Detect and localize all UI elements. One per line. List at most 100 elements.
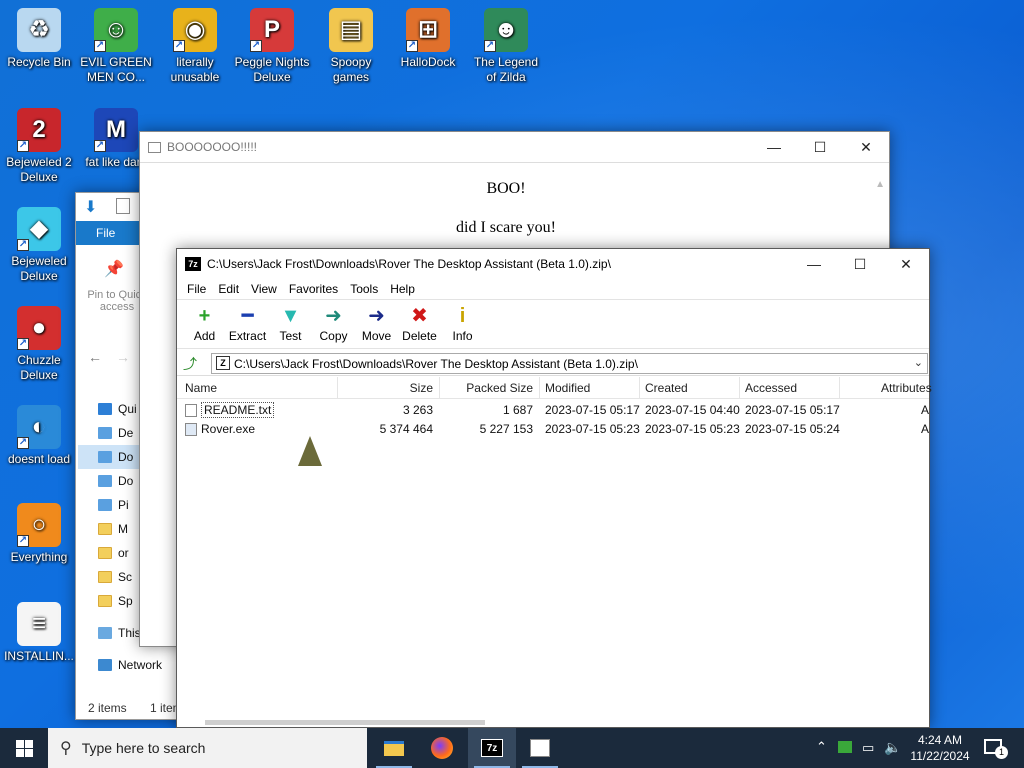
computer-icon: [98, 627, 112, 639]
start-button[interactable]: [0, 728, 48, 768]
up-folder-icon[interactable]: ⤴: [183, 354, 197, 374]
system-clock[interactable]: 4:24 AM 11/22/2024: [904, 732, 976, 764]
shortcut-arrow-icon: ↗: [17, 239, 29, 251]
column-header[interactable]: Size: [410, 381, 433, 395]
column-header[interactable]: Name: [185, 381, 217, 395]
desktop-icon[interactable]: ▤ Spoopy games: [313, 8, 389, 85]
menu-tools[interactable]: Tools: [344, 282, 384, 296]
column-divider[interactable]: [739, 377, 740, 399]
desktop-icon[interactable]: 2 ↗ Bejeweled 2 Deluxe: [1, 108, 77, 185]
column-headers: Name Size Packed Size Modified Created Access…: [177, 377, 932, 399]
menu-help[interactable]: Help: [384, 282, 421, 296]
address-bar: ⤴ Z C:\Users\Jack Frost\Downloads\Rover …: [177, 350, 929, 376]
column-header[interactable]: Packed Size: [466, 381, 533, 395]
clock-date: 11/22/2024: [910, 749, 970, 763]
file-row[interactable]: README.txt 3 263 1 687 2023-07-15 05:17 2023…: [177, 401, 929, 420]
close-button[interactable]: ✕: [883, 249, 929, 279]
boo-titlebar[interactable]: BOOOOOOO!!!!! — ☐ ✕: [140, 132, 889, 162]
desktop-icon[interactable]: ☻ ↗ The Legend of Zilda: [468, 8, 544, 85]
file-packed: 5 227 153: [479, 422, 533, 436]
desktop-icon[interactable]: ◐ ↗ doesnt load: [1, 405, 77, 467]
column-header[interactable]: Modified: [545, 381, 590, 395]
column-divider[interactable]: [337, 377, 338, 399]
delete-button[interactable]: ✖ Delete: [398, 303, 441, 348]
scroll-up-icon[interactable]: ▲: [875, 179, 885, 190]
add-button[interactable]: + Add: [183, 303, 226, 348]
chevron-up-icon[interactable]: ⌃: [816, 739, 827, 755]
desktop-icon[interactable]: ● ↗ Chuzzle Deluxe: [1, 306, 77, 383]
sevenzip-window[interactable]: 7z C:\Users\Jack Frost\Downloads\Rover T…: [176, 248, 932, 728]
file-attr: A: [920, 403, 929, 417]
desktop-icon-label: Recycle Bin: [7, 55, 71, 69]
taskbar-file-explorer[interactable]: [370, 728, 418, 768]
shield-icon: ⊞ ↗: [406, 8, 450, 52]
desktop-icon[interactable]: ⊞ ↗ HalloDock: [390, 8, 466, 70]
network-icon[interactable]: ▭: [862, 740, 874, 756]
menu-file[interactable]: File: [181, 282, 212, 296]
taskbar-firefox[interactable]: [418, 728, 466, 768]
taskbar-search-box[interactable]: ⚲ Type here to search: [48, 728, 367, 768]
boo-subtext: did I scare you!: [456, 219, 556, 236]
taskbar-boo-app[interactable]: [516, 728, 564, 768]
desktop-icon[interactable]: ○ ↗ Everything: [1, 503, 77, 565]
clock-time: 4:24 AM: [917, 733, 963, 747]
column-divider[interactable]: [639, 377, 640, 399]
column-divider[interactable]: [539, 377, 540, 399]
pin-icon[interactable]: 📌: [104, 259, 124, 279]
minimize-button[interactable]: —: [751, 132, 797, 162]
extract-button[interactable]: ━ Extract: [226, 303, 269, 348]
desktop-icon[interactable]: ♻ Recycle Bin: [1, 8, 77, 70]
file-created: 2023-07-15 04:40: [645, 403, 740, 417]
nav-icon: [98, 475, 112, 487]
notification-icon[interactable]: 1: [984, 739, 1008, 759]
move-button[interactable]: ➜ Move: [355, 303, 398, 348]
info-button[interactable]: i Info: [441, 303, 484, 348]
desktop-icon[interactable]: ≡ INSTALLIN...: [1, 602, 77, 664]
volume-icon[interactable]: 🔈: [884, 739, 901, 756]
column-divider[interactable]: [839, 377, 840, 399]
copy-icon: ➜: [325, 305, 342, 327]
column-header[interactable]: Accessed: [745, 381, 797, 395]
maximize-button[interactable]: ☐: [837, 249, 883, 279]
back-arrow-icon[interactable]: ←: [88, 349, 102, 365]
desktop-icon[interactable]: ☺ ↗ EVIL GREEN MEN CO...: [78, 8, 154, 85]
horizontal-scrollbar[interactable]: [205, 720, 485, 725]
chevron-down-icon[interactable]: ⌄: [914, 356, 923, 369]
desktop-icon-label: EVIL GREEN MEN CO...: [80, 55, 152, 84]
menu-edit[interactable]: Edit: [212, 282, 245, 296]
windows-logo-icon: [15, 739, 33, 757]
test-icon: ▼: [280, 305, 301, 327]
column-header[interactable]: Attributes: [881, 381, 932, 395]
file-row[interactable]: Rover.exe 5 374 464 5 227 153 2023-07-15 05…: [177, 420, 929, 439]
forward-arrow-icon[interactable]: →: [116, 349, 130, 365]
desktop-icon[interactable]: ◆ ↗ Bejeweled Deluxe: [1, 207, 77, 284]
ribbon-file-tab[interactable]: File: [76, 221, 139, 245]
test-button[interactable]: ▼ Test: [269, 303, 312, 348]
desktop-icon-label: HalloDock: [400, 55, 456, 69]
file-created: 2023-07-15 05:23: [645, 422, 740, 436]
desktop-icon-label: Everything: [10, 550, 68, 564]
close-button[interactable]: ✕: [843, 132, 889, 162]
column-divider[interactable]: [439, 377, 440, 399]
menu-favorites[interactable]: Favorites: [283, 282, 344, 296]
menu-view[interactable]: View: [245, 282, 283, 296]
down-arrow-icon[interactable]: ⬇: [84, 197, 97, 217]
taskbar-7zip[interactable]: 7z: [468, 728, 516, 768]
file-size: 5 374 464: [379, 422, 433, 436]
desktop-icon[interactable]: ◉ ↗ literally unusable: [157, 8, 233, 85]
desktop-icon[interactable]: P ↗ Peggle Nights Deluxe: [234, 8, 310, 85]
address-input[interactable]: Z C:\Users\Jack Frost\Downloads\Rover Th…: [211, 353, 928, 374]
maximize-button[interactable]: ☐: [797, 132, 843, 162]
tray-app-icon[interactable]: [838, 741, 852, 753]
properties-icon[interactable]: [116, 198, 130, 214]
column-header[interactable]: Created: [645, 381, 688, 395]
shortcut-arrow-icon: ↗: [17, 140, 29, 152]
file-attr: A: [920, 422, 929, 436]
rover-assistant-sprite[interactable]: [298, 436, 322, 466]
copy-button[interactable]: ➜ Copy: [312, 303, 355, 348]
nav-item-label: Network: [118, 658, 163, 672]
sevenzip-titlebar[interactable]: 7z C:\Users\Jack Frost\Downloads\Rover T…: [177, 249, 929, 279]
peggle-icon: P ↗: [250, 8, 294, 52]
minimize-button[interactable]: —: [791, 249, 837, 279]
tool-label: Info: [452, 329, 473, 343]
